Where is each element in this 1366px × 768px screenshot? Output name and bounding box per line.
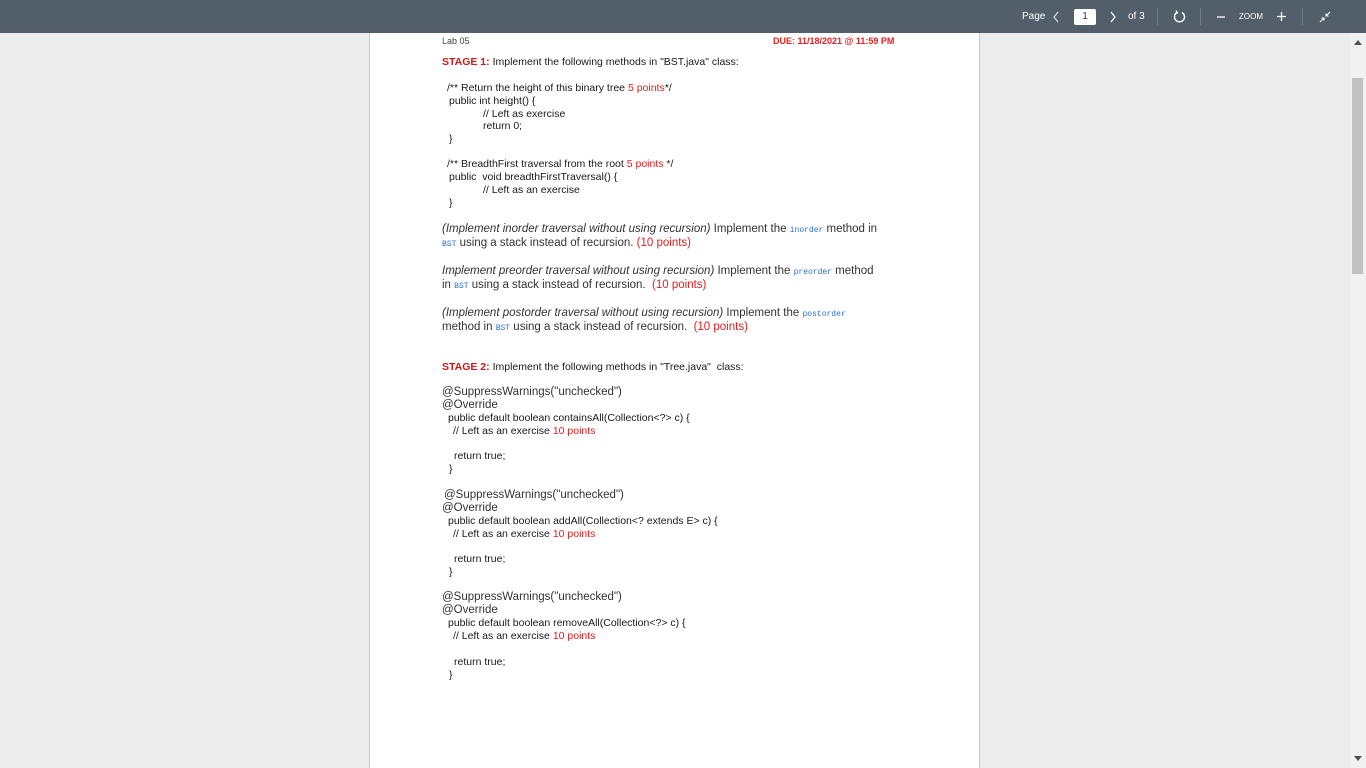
- height-body-line2: return 0;: [483, 120, 523, 132]
- containsall-signature: public default boolean containsAll(Colle…: [448, 412, 690, 424]
- height-comment-text: /** Return the height of this binary tre…: [447, 82, 628, 94]
- containsall-close: }: [449, 463, 453, 475]
- page-number-input[interactable]: 1: [1074, 8, 1096, 25]
- inorder-bst-code: BST: [442, 240, 457, 249]
- preorder-text3: in: [442, 279, 455, 291]
- next-page-button[interactable]: [1109, 0, 1117, 33]
- inorder-code: inorder: [789, 226, 824, 235]
- stage1-title: STAGE 1:: [442, 56, 490, 68]
- toolbar-divider: [1200, 8, 1201, 25]
- removeall-close: }: [449, 669, 453, 681]
- addall-close: }: [449, 566, 453, 578]
- addall-points: 10 points: [552, 528, 596, 540]
- height-points: 5 points: [627, 82, 665, 94]
- minus-icon: [1217, 15, 1225, 18]
- containsall-override: @Override: [442, 399, 498, 411]
- viewer-toolbar: Page 1 of 3 ZOOM: [0, 0, 1366, 33]
- preorder-text4: using a stack instead of recursion.: [468, 279, 653, 291]
- addall-override: @Override: [442, 502, 498, 514]
- preorder-bst-code: BST: [454, 282, 469, 291]
- bfs-comment-text: /** BreadthFirst traversal from the root: [447, 158, 627, 170]
- height-signature: public int height() {: [449, 95, 536, 107]
- zoom-label: ZOOM: [1239, 12, 1263, 21]
- height-close: }: [449, 133, 453, 145]
- toolbar-divider: [1302, 8, 1303, 25]
- preorder-text: Implement the: [714, 265, 794, 277]
- scrollbar-thumb[interactable]: [1352, 78, 1363, 274]
- addall-return: return true;: [454, 553, 506, 565]
- page-label: Page: [1022, 11, 1046, 22]
- addall-annotation: @SuppressWarnings("unchecked"): [444, 489, 624, 501]
- postorder-code: postorder: [802, 310, 846, 319]
- zoom-out-button[interactable]: [1216, 0, 1226, 33]
- containsall-comment: // Left as an exercise 10 points: [453, 425, 595, 438]
- postorder-italic: (Implement postorder traversal without u…: [442, 307, 724, 319]
- header-left: Lab 05: [442, 36, 470, 46]
- zoom-in-button[interactable]: [1276, 0, 1287, 33]
- bfs-body-line1: // Left as an exercise: [483, 184, 580, 196]
- plus-icon: [1277, 12, 1286, 21]
- containsall-points: 10 points: [552, 425, 596, 437]
- scroll-down-arrow-icon[interactable]: [1354, 756, 1362, 761]
- removeall-annotation: @SuppressWarnings("unchecked"): [442, 591, 622, 603]
- prev-page-button[interactable]: [1052, 0, 1060, 33]
- due-date: DUE: 11/18/2021 @ 11:59 PM: [773, 36, 895, 46]
- bfs-signature: public void breadthFirstTraversal() {: [449, 171, 618, 183]
- height-comment: /** Return the height of this binary tre…: [447, 82, 672, 95]
- removeall-return: return true;: [454, 656, 506, 668]
- inorder-line1: (Implement inorder traversal without usi…: [442, 223, 877, 237]
- containsall-annotation: @SuppressWarnings("unchecked"): [442, 386, 622, 398]
- removeall-comment: // Left as an exercise 10 points: [453, 630, 595, 643]
- scroll-up-arrow-icon[interactable]: [1354, 40, 1362, 45]
- toolbar-divider: [1157, 8, 1158, 25]
- preorder-line2: in BST using a stack instead of recursio…: [442, 279, 706, 293]
- chevron-left-icon: [1053, 11, 1059, 22]
- bfs-points: 5 points: [626, 158, 664, 170]
- stage1-text: Implement the following methods in "BST.…: [489, 56, 739, 68]
- postorder-bst-code: BST: [495, 324, 511, 333]
- removeall-comment-text: // Left as an exercise: [453, 630, 553, 642]
- stage2-text: Implement the following methods in "Tree…: [489, 361, 744, 373]
- addall-comment-text: // Left as an exercise: [453, 528, 553, 540]
- fit-to-page-button[interactable]: [1319, 0, 1331, 33]
- bfs-comment-end: */: [663, 158, 674, 170]
- height-comment-end: */: [664, 82, 672, 94]
- stage1-heading: STAGE 1: Implement the following methods…: [442, 56, 739, 69]
- page-count: of 3: [1128, 11, 1145, 22]
- bfs-comment: /** BreadthFirst traversal from the root…: [447, 158, 673, 171]
- preorder-points: (10 points): [652, 279, 707, 291]
- postorder-text3: using a stack instead of recursion.: [510, 321, 694, 333]
- postorder-line2: method in BST using a stack instead of r…: [442, 321, 748, 335]
- bfs-close: }: [449, 197, 453, 209]
- collapse-arrows-icon: [1319, 11, 1331, 22]
- addall-signature: public default boolean addAll(Collection…: [448, 515, 718, 527]
- removeall-override: @Override: [442, 604, 498, 616]
- containsall-return: return true;: [454, 450, 506, 462]
- chevron-right-icon: [1110, 11, 1116, 22]
- containsall-comment-text: // Left as an exercise: [453, 425, 553, 437]
- addall-comment: // Left as an exercise 10 points: [453, 528, 595, 541]
- inorder-text: Implement the: [710, 223, 790, 235]
- removeall-points: 10 points: [552, 630, 596, 642]
- inorder-line2: BST using a stack instead of recursion. …: [442, 237, 691, 251]
- postorder-text2: method in: [442, 321, 496, 333]
- inorder-italic: (Implement inorder traversal without usi…: [442, 223, 711, 235]
- stage2-heading: STAGE 2: Implement the following methods…: [442, 361, 744, 374]
- postorder-line1: (Implement postorder traversal without u…: [442, 307, 846, 321]
- preorder-line1: Implement preorder traversal without usi…: [442, 265, 874, 279]
- preorder-code: preorder: [793, 268, 832, 277]
- inorder-text2: method in: [823, 223, 878, 235]
- rotate-button[interactable]: [1173, 0, 1186, 33]
- removeall-signature: public default boolean removeAll(Collect…: [448, 617, 686, 629]
- preorder-italic: Implement preorder traversal without usi…: [442, 265, 715, 277]
- postorder-points: (10 points): [693, 321, 748, 333]
- postorder-text: Implement the: [723, 307, 803, 319]
- inorder-points: (10 points): [636, 237, 692, 249]
- inorder-text3: using a stack instead of recursion.: [456, 237, 637, 249]
- preorder-text2: method: [831, 265, 874, 277]
- rotate-icon: [1173, 10, 1186, 23]
- stage2-title: STAGE 2:: [442, 361, 490, 373]
